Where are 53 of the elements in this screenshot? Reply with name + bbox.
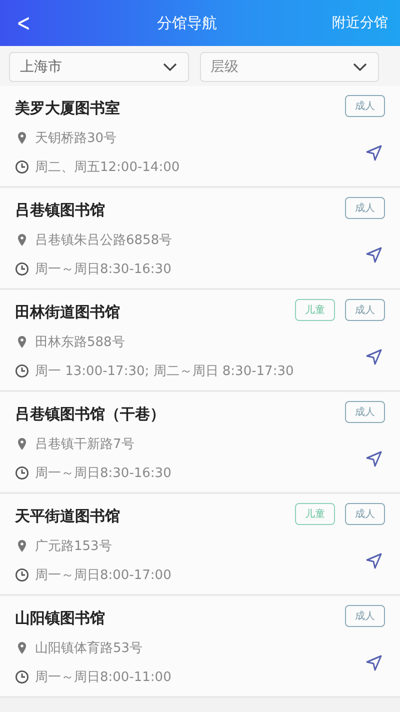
audience-tag: 儿童: [295, 299, 335, 321]
location-pin-icon: [15, 641, 29, 656]
library-name: 吕巷镇图书馆: [15, 200, 106, 220]
clock-icon: [15, 670, 29, 684]
library-card[interactable]: 山阳镇图书馆 成人 山阳镇体育路53号 周一～周日8:00-11:00: [0, 596, 400, 698]
clock-icon: [15, 160, 29, 174]
location-pin-icon: [15, 437, 29, 452]
clock-icon: [15, 466, 29, 480]
opening-hours: 周一～周日8:00-11:00: [35, 668, 172, 686]
location-pin-icon: [15, 335, 29, 350]
address: 吕巷镇干新路7号: [35, 436, 134, 454]
location-pin-icon: [15, 131, 29, 146]
opening-hours: 周二、周五12:00-14:00: [35, 158, 180, 176]
navigation-arrow-icon[interactable]: [365, 654, 383, 672]
opening-hours: 周一～周日8:30-16:30: [35, 464, 172, 482]
library-name: 山阳镇图书馆: [15, 608, 106, 628]
navigation-arrow-icon[interactable]: [365, 552, 383, 570]
audience-tag: 成人: [345, 197, 385, 219]
address: 山阳镇体育路53号: [35, 640, 143, 658]
library-name: 美罗大厦图书室: [15, 98, 121, 118]
clock-icon: [15, 364, 29, 378]
clock-icon: [15, 262, 29, 276]
opening-hours: 周一～周日8:30-16:30: [35, 260, 172, 278]
library-name: 田林街道图书馆: [15, 302, 121, 322]
audience-tag: 成人: [345, 299, 385, 321]
navigation-arrow-icon[interactable]: [365, 246, 383, 264]
clock-icon: [15, 568, 29, 582]
address: 吕巷镇朱吕公路6858号: [35, 232, 172, 250]
location-pin-icon: [15, 539, 29, 554]
library-name: 吕巷镇图书馆（干巷）: [15, 404, 166, 424]
library-card[interactable]: 田林街道图书馆 儿童 成人 田林东路588号 周一 13:00-17:30; 周二～周日 8:30-17:30: [0, 290, 400, 392]
audience-tag: 成人: [345, 401, 385, 423]
dropdown[interactable]: 上海市: [9, 52, 188, 82]
page-title: 分馆导航: [156, 14, 218, 32]
library-card[interactable]: 天平街道图书馆 儿童 成人 广元路153号 周一～周日8:00-17:00: [0, 494, 400, 596]
audience-tag: 成人: [345, 605, 385, 627]
opening-hours: 周一 13:00-17:30; 周二～周日 8:30-17:30: [35, 362, 294, 380]
address: 广元路153号: [35, 538, 112, 556]
back-button[interactable]: <: [16, 9, 38, 37]
library-name: 天平街道图书馆: [15, 506, 121, 526]
audience-tag: 成人: [345, 503, 385, 525]
navigation-arrow-icon[interactable]: [365, 144, 383, 162]
audience-tag: 儿童: [295, 503, 335, 525]
library-card[interactable]: 吕巷镇图书馆（干巷） 成人 吕巷镇干新路7号 周一～周日8:30-16:30: [0, 392, 400, 494]
audience-tag: 成人: [345, 95, 385, 117]
navigation-arrow-icon[interactable]: [365, 450, 383, 468]
navigation-arrow-icon[interactable]: [365, 348, 383, 366]
opening-hours: 周一～周日8:00-17:00: [35, 566, 172, 584]
location-pin-icon: [15, 233, 29, 248]
library-card[interactable]: 美罗大厦图书室 成人 天钥桥路30号 周二、周五12:00-14:00: [0, 86, 400, 188]
library-card[interactable]: 吕巷镇图书馆 成人 吕巷镇朱吕公路6858号 周一～周日8:30-16:30: [0, 188, 400, 290]
address: 田林东路588号: [35, 334, 125, 352]
address: 天钥桥路30号: [35, 130, 117, 148]
